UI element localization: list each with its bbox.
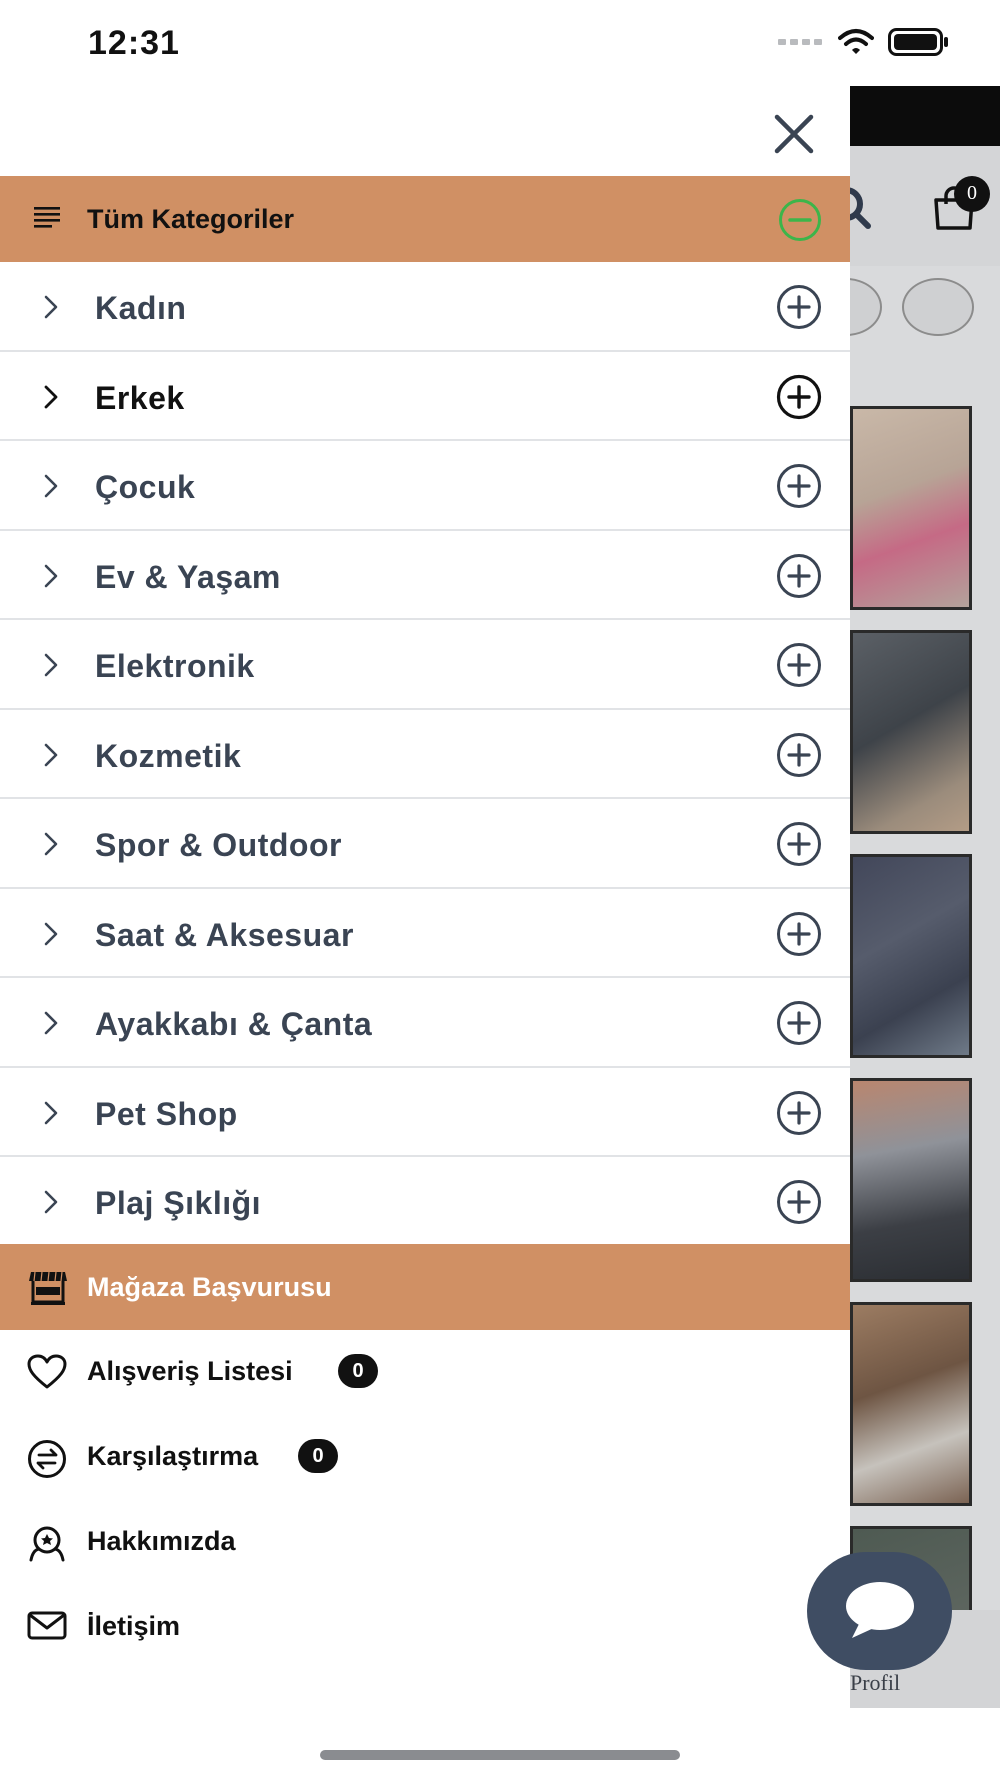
- collapse-minus-icon[interactable]: [778, 198, 822, 242]
- category-list: Kadın Erkek Çocuk Ev & Yaşam Elektronik …: [0, 262, 850, 1247]
- category-item-ev-yasam[interactable]: Ev & Yaşam: [0, 531, 850, 620]
- menu-lines-icon: [34, 207, 60, 228]
- heart-icon: [27, 1354, 67, 1389]
- compare-arrows-icon: [28, 1440, 66, 1478]
- about-badge-icon: [29, 1526, 65, 1562]
- category-item-elektronik[interactable]: Elektronik: [0, 620, 850, 710]
- wishlist-link[interactable]: Alışveriş Listesi 0: [0, 1342, 850, 1402]
- chat-button[interactable]: [807, 1552, 952, 1670]
- category-label: Ayakkabı & Çanta: [95, 1006, 373, 1042]
- brand-logo: [902, 278, 974, 336]
- close-icon[interactable]: [772, 112, 816, 156]
- cart-count-badge: 0: [954, 176, 990, 212]
- category-item-pet-shop[interactable]: Pet Shop: [0, 1068, 850, 1157]
- chevron-right-icon: [44, 1011, 58, 1035]
- category-label: Erkek: [95, 379, 185, 416]
- side-drawer: Tüm Kategoriler Kadın Erkek Çocuk Ev & Y…: [0, 0, 850, 1778]
- wishlist-label: Alışveriş Listesi: [87, 1356, 293, 1386]
- wishlist-count-badge: 0: [338, 1354, 378, 1388]
- expand-plus-icon[interactable]: [776, 1179, 822, 1225]
- chevron-right-icon: [44, 1190, 58, 1214]
- category-label: Pet Shop: [95, 1095, 238, 1132]
- chevron-right-icon: [44, 1101, 58, 1124]
- category-label: Kozmetik: [95, 737, 242, 774]
- chevron-right-icon: [44, 743, 58, 766]
- contact-link[interactable]: İletişim: [0, 1597, 850, 1657]
- compare-link[interactable]: Karşılaştırma 0: [0, 1427, 850, 1487]
- category-label: Elektronik: [95, 648, 255, 684]
- category-item-kadin[interactable]: Kadın: [0, 262, 850, 352]
- chevron-right-icon: [44, 832, 58, 856]
- about-label: Hakkımızda: [87, 1526, 236, 1556]
- chevron-right-icon: [44, 474, 58, 498]
- expand-plus-icon[interactable]: [776, 284, 822, 330]
- store-application-button[interactable]: Mağaza Başvurusu: [0, 1244, 850, 1330]
- battery-icon: [888, 28, 948, 56]
- chevron-right-icon: [44, 564, 58, 587]
- expand-plus-icon[interactable]: [776, 732, 822, 778]
- category-label: Spor & Outdoor: [95, 827, 342, 863]
- chevron-right-icon: [44, 385, 58, 408]
- category-item-plaj-sikligi[interactable]: Plaj Şıklığı: [0, 1157, 850, 1247]
- background-top-bar: [850, 86, 1000, 146]
- all-categories-header[interactable]: Tüm Kategoriler: [0, 176, 850, 262]
- category-item-spor-outdoor[interactable]: Spor & Outdoor: [0, 799, 850, 889]
- category-label: Kadın: [95, 290, 187, 326]
- all-categories-label: Tüm Kategoriler: [87, 204, 295, 234]
- category-item-ayakkabi-canta[interactable]: Ayakkabı & Çanta: [0, 978, 850, 1068]
- background-app: 0 Profil: [850, 86, 1000, 1708]
- store-application-label: Mağaza Başvurusu: [87, 1272, 332, 1302]
- category-item-kozmetik[interactable]: Kozmetik: [0, 710, 850, 799]
- chevron-right-icon: [44, 653, 58, 677]
- expand-plus-icon[interactable]: [776, 642, 822, 688]
- shop-icon: [29, 1271, 67, 1305]
- expand-plus-icon[interactable]: [776, 553, 822, 599]
- search-icon: [850, 187, 871, 229]
- chevron-right-icon: [44, 922, 58, 945]
- category-item-saat-aksesuar[interactable]: Saat & Aksesuar: [0, 889, 850, 978]
- expand-plus-icon[interactable]: [776, 911, 822, 957]
- chat-bubble-icon: [846, 1582, 914, 1638]
- brand-logo: [850, 278, 882, 336]
- category-item-erkek[interactable]: Erkek: [0, 352, 850, 441]
- category-item-cocuk[interactable]: Çocuk: [0, 441, 850, 531]
- mail-icon: [27, 1611, 67, 1640]
- expand-plus-icon[interactable]: [776, 821, 822, 867]
- expand-plus-icon[interactable]: [776, 463, 822, 509]
- product-image: [850, 854, 972, 1058]
- product-image: [850, 1078, 972, 1282]
- expand-plus-icon[interactable]: [776, 1000, 822, 1046]
- category-label: Çocuk: [95, 469, 196, 505]
- product-image: [850, 630, 972, 834]
- compare-label: Karşılaştırma: [87, 1441, 259, 1471]
- bottom-tab-profile-label: Profil: [850, 1670, 901, 1695]
- product-image: [850, 1302, 972, 1506]
- compare-count-badge: 0: [298, 1439, 338, 1473]
- home-indicator: [320, 1750, 680, 1760]
- chevron-right-icon: [44, 295, 58, 319]
- expand-plus-icon[interactable]: [776, 1090, 822, 1136]
- category-label: Ev & Yaşam: [95, 558, 281, 595]
- contact-label: İletişim: [87, 1611, 181, 1641]
- product-image: [850, 406, 972, 610]
- category-label: Saat & Aksesuar: [95, 916, 354, 953]
- category-label: Plaj Şıklığı: [95, 1185, 262, 1221]
- about-link[interactable]: Hakkımızda: [0, 1512, 850, 1572]
- expand-plus-icon[interactable]: [776, 374, 822, 420]
